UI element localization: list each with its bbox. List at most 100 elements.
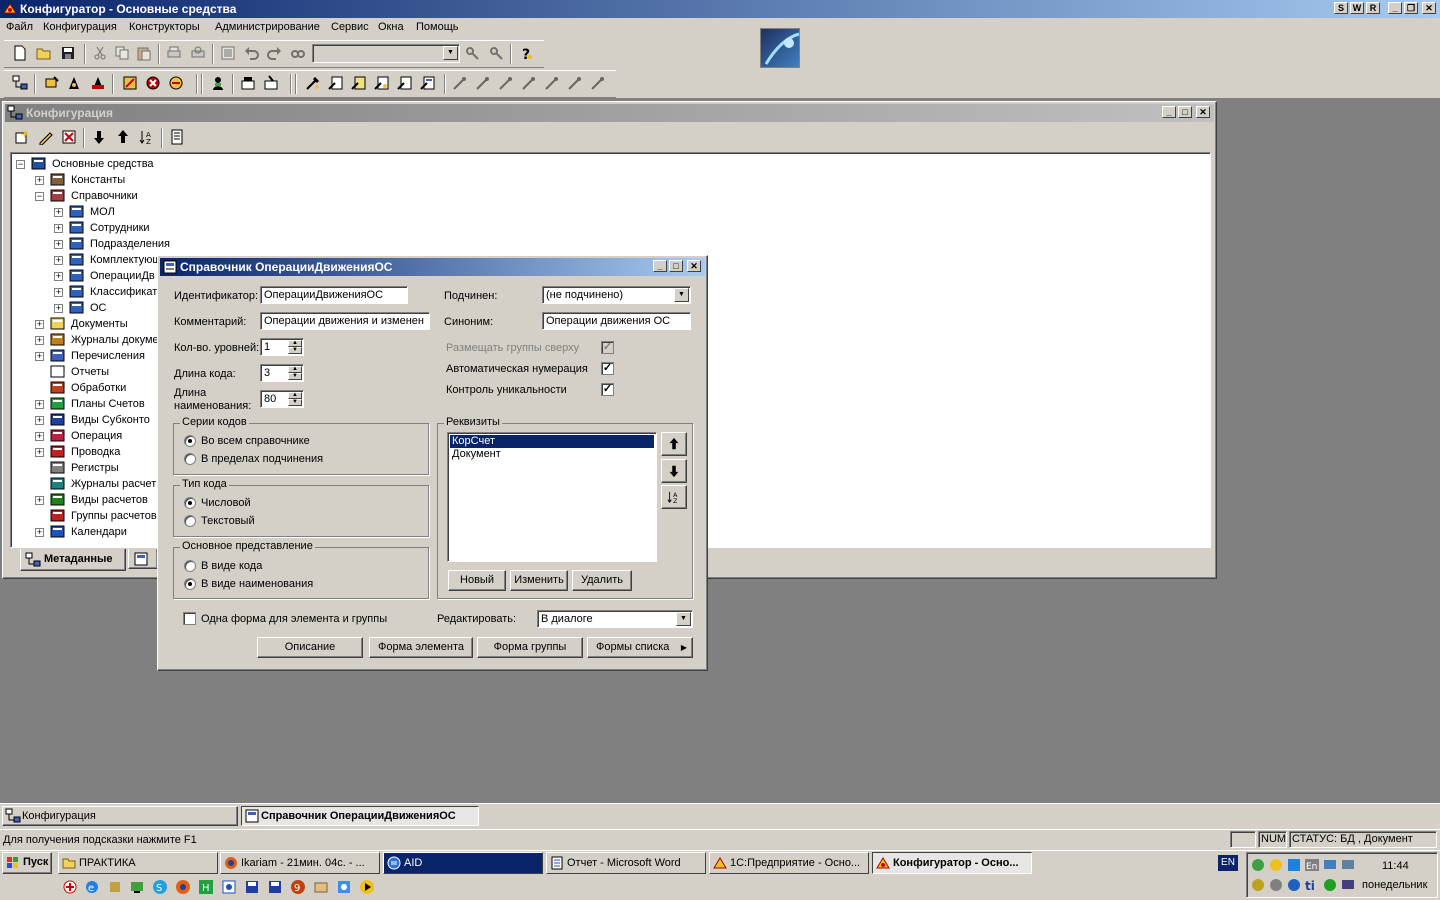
tray-7-icon[interactable] <box>1250 877 1266 893</box>
tree-item[interactable]: Сотрудники <box>90 220 150 236</box>
tray-10-icon[interactable]: ti <box>1304 877 1320 893</box>
quicklaunch-7-icon[interactable]: H <box>198 879 214 895</box>
tree-expand-icon[interactable]: + <box>54 304 63 313</box>
debug-run-icon[interactable] <box>166 73 186 93</box>
undo-icon[interactable] <box>242 43 262 63</box>
task-ikariam[interactable]: Ikariam - 21мин. 04с. - ... <box>220 852 380 874</box>
tree-item[interactable]: Отчеты <box>71 364 109 380</box>
title-w-button[interactable]: W <box>1350 2 1364 14</box>
constructor-4-icon[interactable] <box>120 73 140 93</box>
wizard-2-icon[interactable] <box>326 73 346 93</box>
config-tree-icon[interactable] <box>10 73 30 93</box>
floppy-2-icon[interactable] <box>267 879 283 895</box>
restore-button[interactable]: ❐ <box>1404 2 1418 14</box>
edit-requisite-button[interactable]: Изменить <box>510 570 568 591</box>
element-form-button[interactable]: Форма элемента <box>369 637 473 658</box>
one-form-label[interactable]: Одна форма для элемента и группы <box>201 613 387 625</box>
find-icon[interactable] <box>288 43 308 63</box>
menu-service[interactable]: Сервис <box>331 21 369 33</box>
tree-item[interactable]: Перечисления <box>71 348 145 364</box>
tray-5-icon[interactable] <box>1322 857 1338 873</box>
properties-icon[interactable] <box>218 43 238 63</box>
tray-2-icon[interactable] <box>1268 857 1284 873</box>
constructor-1-icon[interactable] <box>42 73 62 93</box>
menu-constructors[interactable]: Конструкторы <box>129 21 200 33</box>
wizard-5-icon[interactable] <box>395 73 415 93</box>
tree-expand-icon[interactable]: + <box>35 320 44 329</box>
tree-item[interactable]: Группы расчетов <box>71 508 157 524</box>
tree-expand-icon[interactable]: + <box>35 496 44 505</box>
tree-expand-icon[interactable]: + <box>35 336 44 345</box>
wizard-1-icon[interactable] <box>303 73 323 93</box>
subordinate-select[interactable]: (не подчинено) ▼ <box>542 286 691 304</box>
wizard-10-icon[interactable] <box>519 73 539 93</box>
mdi-tab-config[interactable]: Конфигурация <box>2 806 238 826</box>
move-down-icon[interactable] <box>89 127 109 147</box>
requisite-up-button[interactable] <box>661 432 687 456</box>
new-requisite-button[interactable]: Новый <box>448 570 506 591</box>
tree-expand-icon[interactable]: + <box>35 400 44 409</box>
menu-help[interactable]: Помощь <box>416 21 459 33</box>
tray-8-icon[interactable] <box>1268 877 1284 893</box>
list-item[interactable]: КорСчет <box>450 435 654 448</box>
tree-item[interactable]: Журналы расчет <box>71 476 156 492</box>
tray-9-icon[interactable] <box>1286 877 1302 893</box>
search-combo[interactable]: ▼ <box>312 44 460 63</box>
group-form-button[interactable]: Форма группы <box>477 637 583 658</box>
identifier-field[interactable]: ОперацииДвиженияОС <box>260 286 408 304</box>
dialog-minimize-button[interactable]: _ <box>653 260 667 272</box>
title-s-button[interactable]: S <box>1334 2 1348 14</box>
tray-12-icon[interactable] <box>1340 877 1356 893</box>
wizard-6-icon[interactable] <box>418 73 438 93</box>
tree-expand-icon[interactable]: + <box>54 272 63 281</box>
redo-icon[interactable] <box>264 43 284 63</box>
tree-item[interactable]: Основные средства <box>52 156 154 172</box>
users-icon[interactable] <box>208 73 228 93</box>
help-icon[interactable]: ? <box>516 43 536 63</box>
close-button[interactable]: ✕ <box>1422 2 1436 14</box>
tab-second[interactable] <box>128 549 158 569</box>
levels-spinner[interactable]: ▲ ▼ <box>288 340 302 354</box>
chevron-down-icon[interactable]: ▼ <box>674 288 689 302</box>
spin-down-icon[interactable]: ▼ <box>288 347 302 354</box>
description-button[interactable]: Описание <box>257 637 363 658</box>
quicklaunch-13-icon[interactable] <box>336 879 352 895</box>
wizard-9-icon[interactable] <box>496 73 516 93</box>
dialog-maximize-button[interactable]: □ <box>669 260 683 272</box>
auto-numbering-checkbox[interactable]: ✓ <box>601 362 614 375</box>
tree-expand-icon[interactable]: + <box>54 224 63 233</box>
ie-icon[interactable]: e <box>84 879 100 895</box>
debug-stop-icon[interactable] <box>143 73 163 93</box>
menu-configuration[interactable]: Конфигурация <box>43 21 117 33</box>
tree-item[interactable]: Виды Субконто <box>71 412 150 428</box>
menu-administration[interactable]: Администрирование <box>215 21 320 33</box>
repr-code-label[interactable]: В виде кода <box>201 560 262 572</box>
tree-expand-icon[interactable]: + <box>54 240 63 249</box>
tree-expand-icon[interactable]: + <box>35 352 44 361</box>
tree-item[interactable]: Комплектующ <box>90 252 161 268</box>
find-next-icon[interactable] <box>462 43 482 63</box>
spin-down-icon[interactable]: ▼ <box>288 373 302 380</box>
list-item[interactable]: Документ <box>450 448 654 461</box>
sort-icon[interactable]: AZ <box>137 127 157 147</box>
delete-object-icon[interactable] <box>59 127 79 147</box>
quicklaunch-1-icon[interactable] <box>62 879 78 895</box>
quicklaunch-12-icon[interactable] <box>313 879 329 895</box>
constructor-3-icon[interactable] <box>88 73 108 93</box>
tree-expand-icon[interactable]: + <box>54 288 63 297</box>
tree-expand-icon[interactable]: + <box>35 176 44 185</box>
code-series-all-radio[interactable] <box>184 435 196 447</box>
config-close-button[interactable]: ✕ <box>1196 106 1210 118</box>
code-type-numeric-label[interactable]: Числовой <box>201 497 251 509</box>
tree-item[interactable]: Обработки <box>71 380 126 396</box>
language-indicator[interactable]: EN <box>1218 855 1238 871</box>
tree-expand-icon[interactable]: + <box>54 256 63 265</box>
task-aid[interactable]: AID <box>383 852 543 874</box>
comment-field[interactable]: Операции движения и изменен <box>260 312 430 330</box>
clock-time[interactable]: 11:44 <box>1382 860 1409 872</box>
wizard-7-icon[interactable] <box>450 73 470 93</box>
code-type-numeric-radio[interactable] <box>184 497 196 509</box>
dialog-close-button[interactable]: ✕ <box>687 260 701 272</box>
code-series-sub-radio[interactable] <box>184 453 196 465</box>
quicklaunch-11-icon[interactable]: 9 <box>290 879 306 895</box>
